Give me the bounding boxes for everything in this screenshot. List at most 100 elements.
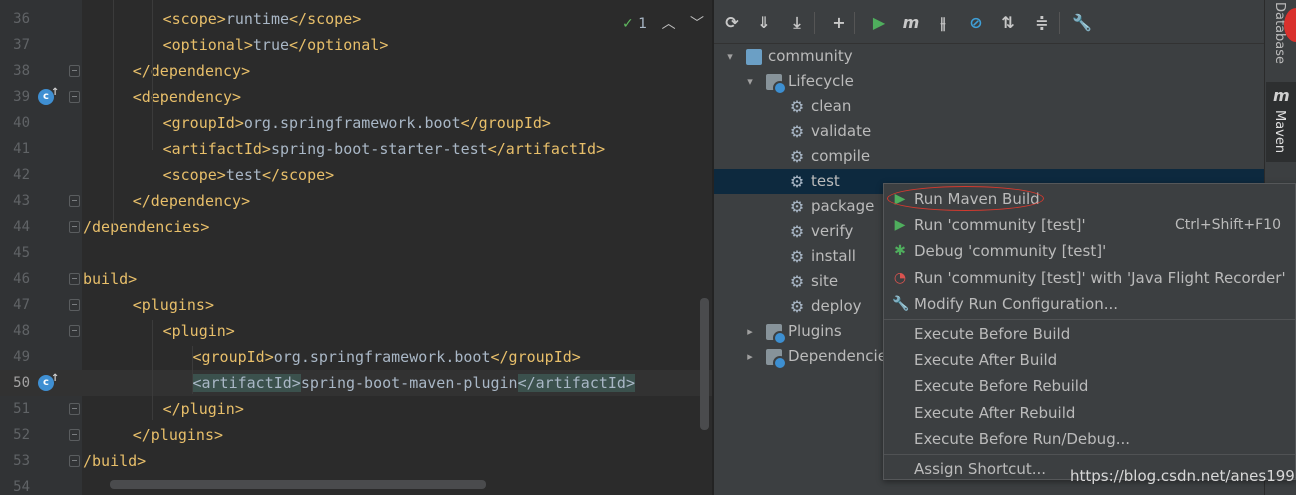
horizontal-scrollbar[interactable] bbox=[110, 480, 486, 489]
xml-tag: </groupId> bbox=[490, 348, 581, 366]
navigate-to-icon[interactable]: c bbox=[38, 85, 59, 105]
inspection-widget[interactable]: ✓ 1 ︿ ﹀ bbox=[622, 13, 704, 33]
line-number: 42 bbox=[13, 167, 30, 183]
gear-icon: ⚙ bbox=[789, 97, 805, 116]
menu-item-run-community-test[interactable]: ▶ Run 'community [test]' Ctrl+Shift+F10 bbox=[884, 212, 1295, 238]
run-icon[interactable]: ▶ bbox=[869, 13, 889, 33]
line-number: 46 bbox=[13, 271, 30, 287]
refresh-icon[interactable]: ⟳ bbox=[722, 13, 742, 33]
menu-item-execute-after-rebuild[interactable]: Execute After Rebuild bbox=[884, 400, 1295, 426]
maven-goal-icon[interactable]: m bbox=[901, 13, 921, 33]
tree-item-label: clean bbox=[811, 97, 852, 115]
code-text: <dependency> bbox=[133, 84, 241, 110]
toggle-offline-icon[interactable]: ⫲ bbox=[933, 13, 953, 33]
plugins-folder-icon bbox=[766, 324, 787, 345]
xml-tag: /dependencies> bbox=[83, 218, 210, 236]
tree-item-label: install bbox=[811, 247, 856, 265]
fold-icon[interactable] bbox=[69, 403, 80, 415]
code-line: 49 <groupId>org.springframework.boot</gro… bbox=[0, 344, 712, 370]
maven-tab-label: Maven bbox=[1272, 110, 1287, 154]
menu-item-label: Run 'community [test]' bbox=[914, 216, 1086, 235]
menu-item-debug-community-test[interactable]: ✱ Debug 'community [test]' bbox=[884, 238, 1295, 264]
menu-item-modify-run-configuration[interactable]: 🔧 Modify Run Configuration... bbox=[884, 291, 1295, 317]
add-icon[interactable]: + bbox=[829, 13, 849, 33]
fold-icon[interactable] bbox=[69, 65, 80, 77]
code-line: 51 </plugin> bbox=[0, 396, 712, 422]
settings-icon[interactable]: 🔧 bbox=[1072, 13, 1092, 33]
navigate-to-icon[interactable]: c bbox=[38, 371, 59, 391]
code-editor[interactable]: 36 <scope>runtime</scope> 37 <optional>true… bbox=[0, 0, 712, 495]
gear-icon: ⚙ bbox=[789, 197, 805, 216]
toolbar-separator bbox=[854, 12, 855, 34]
code-line: 44/dependencies> bbox=[0, 214, 712, 240]
tree-item-compile[interactable]: ⚙ compile bbox=[714, 144, 1264, 169]
fold-icon[interactable] bbox=[69, 273, 80, 285]
fold-icon[interactable] bbox=[69, 325, 80, 337]
xml-tag: <plugins> bbox=[132, 296, 214, 314]
xml-tag: <optional> bbox=[162, 36, 253, 54]
vertical-scrollbar[interactable] bbox=[700, 298, 709, 430]
menu-item-label: Assign Shortcut... bbox=[914, 460, 1047, 478]
line-number: 50 bbox=[13, 375, 30, 391]
xml-tag: </artifactId> bbox=[517, 374, 635, 392]
code-line: 38 </dependency> bbox=[0, 58, 712, 84]
fold-icon[interactable] bbox=[69, 455, 80, 467]
xml-tag: </dependency> bbox=[132, 62, 251, 80]
fold-icon[interactable] bbox=[69, 299, 80, 311]
collapse-arrow-icon[interactable]: ▸ bbox=[744, 319, 756, 344]
code-text: </dependency> bbox=[133, 58, 250, 84]
chevron-down-icon[interactable]: ﹀ bbox=[690, 16, 704, 32]
maven-tab[interactable]: m Maven bbox=[1266, 82, 1296, 162]
code-line: 45 bbox=[0, 240, 712, 266]
line-number: 39 bbox=[13, 89, 30, 105]
menu-item-execute-before-run-debug[interactable]: Execute Before Run/Debug... bbox=[884, 426, 1295, 452]
code-line: 39 c <dependency> bbox=[0, 84, 712, 110]
menu-item-run-community-test-with-java-flight-recorder[interactable]: ◔ Run 'community [test]' with 'Java Fligh… bbox=[884, 265, 1295, 291]
menu-item-execute-before-build[interactable]: Execute Before Build bbox=[884, 321, 1295, 347]
tree-item-lifecycle[interactable]: ▾ Lifecycle bbox=[714, 69, 1264, 95]
fold-icon[interactable] bbox=[69, 221, 80, 233]
code-text: /build> bbox=[83, 448, 146, 474]
gear-icon: ⚙ bbox=[789, 172, 805, 191]
dependencies-folder-icon bbox=[766, 349, 787, 370]
menu-item-execute-after-build[interactable]: Execute After Build bbox=[884, 347, 1295, 373]
reimport-icon[interactable]: ⇓ bbox=[754, 13, 774, 33]
menu-item-label: Modify Run Configuration... bbox=[914, 294, 1119, 313]
expand-arrow-icon[interactable]: ▾ bbox=[724, 44, 736, 69]
show-dependencies-icon[interactable]: ⇅ bbox=[998, 13, 1018, 33]
code-text: <plugins> bbox=[133, 292, 214, 318]
menu-item-shortcut: Ctrl+Shift+F10 bbox=[1174, 217, 1281, 234]
xml-tag: /build> bbox=[83, 452, 147, 470]
menu-item-label: Run 'community [test]' with 'Java Flight… bbox=[914, 268, 1286, 287]
xml-tag: <dependency> bbox=[132, 88, 242, 106]
tree-item-label: Plugins bbox=[788, 322, 842, 340]
highlight-annotation bbox=[887, 186, 1044, 211]
code-text: <artifactId>spring-boot-maven-plugin</ar… bbox=[192, 370, 635, 396]
run-triangle-icon: ▶ bbox=[894, 217, 906, 234]
code-value: spring-boot-starter-test bbox=[270, 140, 488, 158]
tree-item-clean[interactable]: ⚙ clean bbox=[714, 94, 1264, 119]
chevron-up-icon[interactable]: ︿ bbox=[662, 16, 676, 32]
menu-item-execute-before-rebuild[interactable]: Execute Before Rebuild bbox=[884, 373, 1295, 399]
expand-arrow-icon[interactable]: ▾ bbox=[744, 69, 756, 94]
code-line: 52 </plugins> bbox=[0, 422, 712, 448]
collapse-all-icon[interactable]: ≑ bbox=[1032, 13, 1052, 33]
line-number: 47 bbox=[13, 297, 30, 313]
xml-tag: <groupId> bbox=[162, 114, 244, 132]
xml-tag: <groupId> bbox=[192, 348, 274, 366]
code-text: <scope>test</scope> bbox=[163, 162, 335, 188]
maven-toolbar: ⟳ ⇓ ⤓ + ▶ m ⫲ ⊘ ⇅ ≑ 🔧 bbox=[714, 0, 1264, 44]
fold-icon[interactable] bbox=[69, 195, 80, 207]
code-value: org.springframework.boot bbox=[273, 348, 491, 366]
fold-icon[interactable] bbox=[69, 429, 80, 441]
xml-tag: </scope> bbox=[261, 166, 335, 184]
tree-item-community[interactable]: ▾ community bbox=[714, 44, 1264, 69]
collapse-arrow-icon[interactable]: ▸ bbox=[744, 344, 756, 369]
fold-icon[interactable] bbox=[69, 91, 80, 103]
gear-icon: ⚙ bbox=[789, 222, 805, 241]
tree-item-label: deploy bbox=[811, 297, 862, 315]
tree-item-validate[interactable]: ⚙ validate bbox=[714, 119, 1264, 144]
download-icon[interactable]: ⤓ bbox=[787, 13, 807, 33]
skip-tests-icon[interactable]: ⊘ bbox=[966, 13, 986, 33]
menu-separator bbox=[884, 319, 1295, 320]
